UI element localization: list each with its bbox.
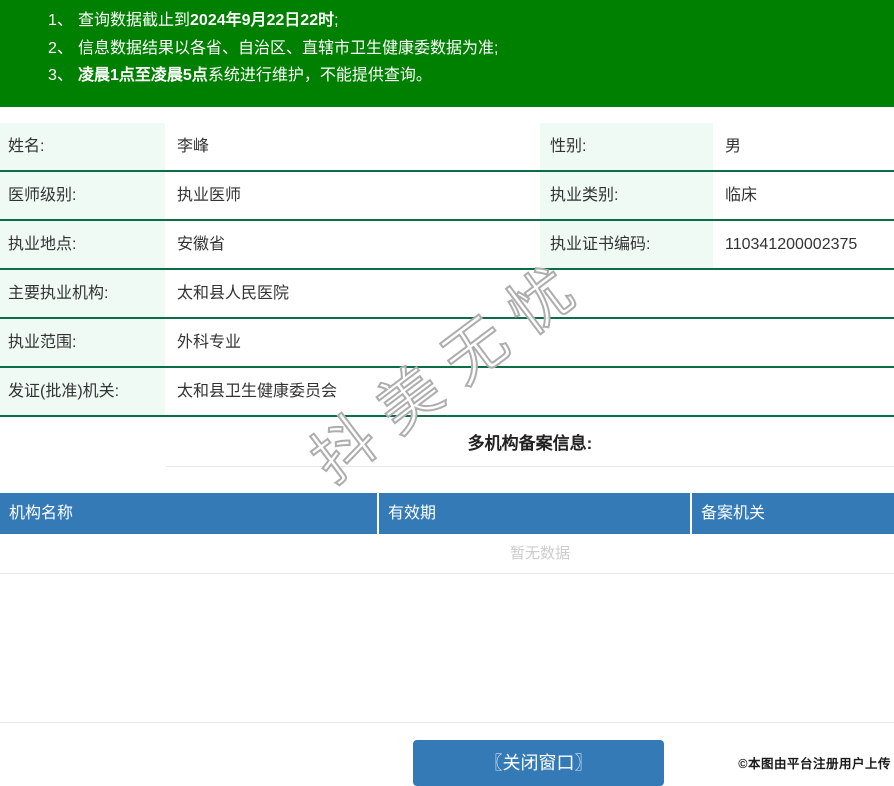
field-value-practice-category: 临床 (725, 187, 758, 204)
notice-line-number: 2、 (48, 39, 73, 57)
field-label-practice-category: 执业类别: (540, 172, 713, 219)
close-window-button[interactable]: 〖关闭窗口〗 (413, 740, 664, 786)
field-value-main-institution: 太和县人民医院 (177, 285, 290, 302)
field-label-main-institution: 主要执业机构: (0, 270, 165, 317)
notice-line-1: 1、 查询数据截止到2024年9月22日22时; (48, 7, 894, 35)
table-row: 姓名: 李峰 性别: 男 (0, 123, 894, 172)
field-value-practice-location: 安徽省 (177, 236, 226, 253)
table-row: 发证(批准)机关: 太和县卫生健康委员会 (0, 368, 894, 417)
notice-line-number: 3、 (48, 67, 73, 84)
field-value-doctor-level: 执业医师 (177, 187, 242, 204)
empty-data-text: 暂无数据 (509, 545, 570, 562)
field-value-practice-scope: 外科专业 (177, 334, 242, 351)
field-value-certificate-number: 110341200002375 (725, 236, 858, 253)
notice-text-bold: 凌晨1点至凌晨5点 (78, 67, 208, 84)
field-value-name: 李峰 (177, 138, 210, 155)
notice-text-bold: 2024年9月22日22时 (190, 12, 335, 29)
table-row: 主要执业机构: 太和县人民医院 (0, 270, 894, 319)
license-query-result-page: { "notice": { "lines": [ { "num": "1、", … (0, 0, 894, 786)
multi-org-section-title: 多机构备案信息: (166, 417, 894, 467)
notice-line-3: 3、 凌晨1点至凌晨5点系统进行维护，不能提供查询。 (48, 62, 894, 90)
notice-text: 信息数据结果以各省、自治区、直辖市卫生健康委数据为准; (78, 39, 499, 57)
column-header-filing-authority: 备案机关 (701, 505, 766, 522)
field-label-gender: 性别: (540, 123, 713, 170)
field-label-doctor-level: 医师级别: (0, 172, 165, 219)
column-header-validity-period: 有效期 (379, 493, 692, 534)
multi-org-table-header: 机构名称 有效期 备案机关 (0, 493, 894, 534)
table-row: 执业地点: 安徽省 执业证书编码: 110341200002375 (0, 221, 894, 270)
field-label-practice-location: 执业地点: (0, 221, 165, 268)
field-value-gender: 男 (725, 138, 742, 155)
physician-profile-table: 姓名: 李峰 性别: 男 医师级别: 执业医师 执业类别: 临床 执业地点: 安… (0, 123, 894, 417)
content-spacer (0, 574, 894, 723)
field-label-certificate-number: 执业证书编码: (540, 221, 713, 268)
copyright-watermark-text: ©本图由平台注册用户上传 (738, 757, 891, 771)
field-value-issuing-authority: 太和县卫生健康委员会 (177, 383, 338, 400)
table-row: 执业范围: 外科专业 (0, 319, 894, 368)
notice-line-2: 2、 信息数据结果以各省、自治区、直辖市卫生健康委数据为准; (48, 35, 894, 63)
field-label-practice-scope: 执业范围: (0, 319, 165, 366)
multi-org-empty-row: 暂无数据 (0, 534, 894, 574)
field-label-issuing-authority: 发证(批准)机关: (0, 368, 165, 415)
notice-text: 查询数据截止到 (78, 12, 191, 29)
table-row: 医师级别: 执业医师 执业类别: 临床 (0, 172, 894, 221)
notice-line-number: 1、 (48, 12, 73, 29)
notice-text: ; (334, 12, 339, 29)
column-header-institution-name: 机构名称 (0, 493, 379, 534)
notice-banner: 1、 查询数据截止到2024年9月22日22时; 2、 信息数据结果以各省、自治区、… (0, 0, 894, 107)
field-label-name: 姓名: (0, 123, 165, 170)
notice-text: 系统进行维护，不能提供查询。 (207, 67, 432, 84)
